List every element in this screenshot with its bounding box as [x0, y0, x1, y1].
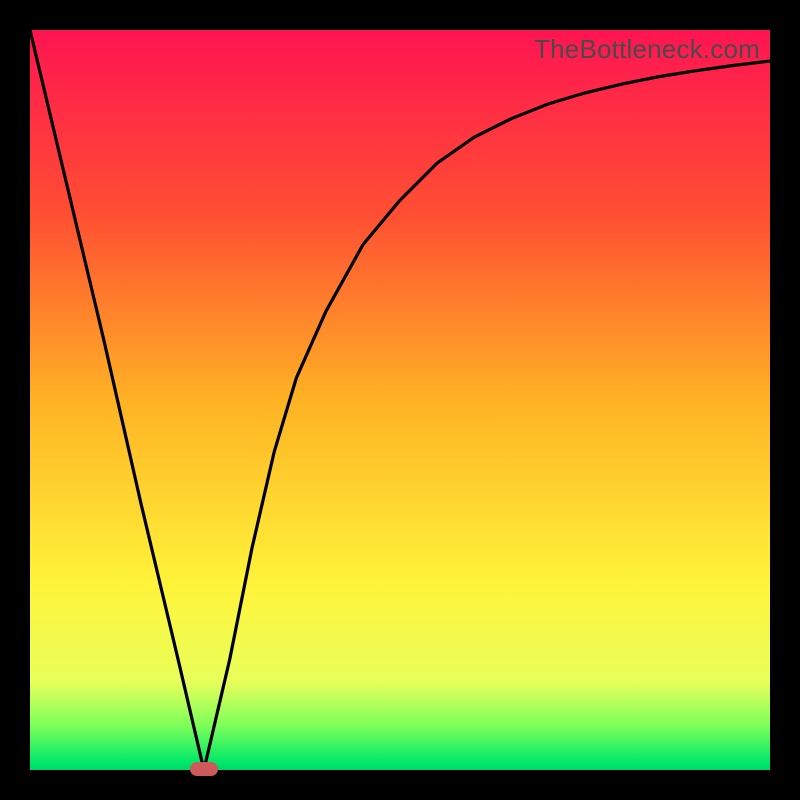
series-curve [30, 30, 770, 770]
chart-curve-svg [30, 30, 770, 770]
chart-plot-area: TheBottleneck.com [30, 30, 770, 770]
chart-frame: TheBottleneck.com [0, 0, 800, 800]
optimal-marker [190, 762, 218, 776]
